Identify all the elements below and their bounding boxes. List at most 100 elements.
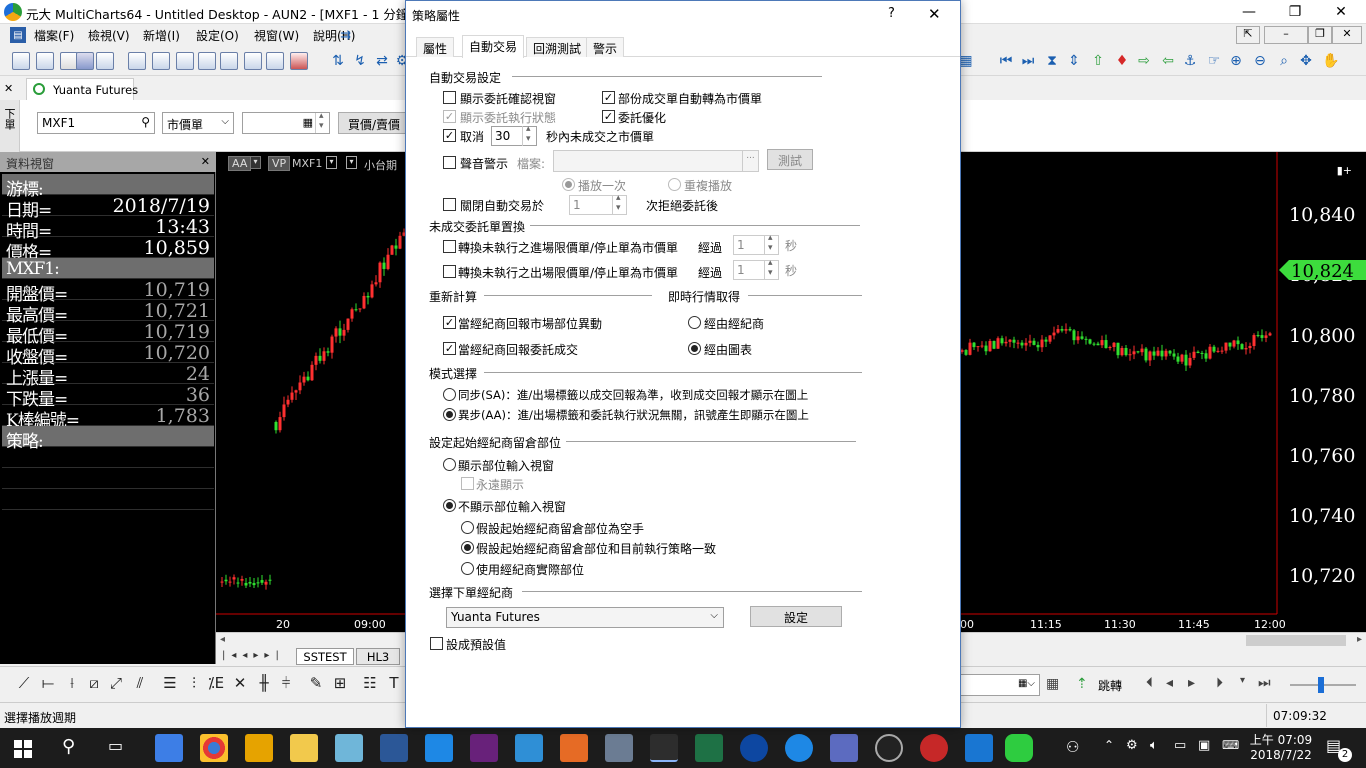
order-tracker-icon[interactable] xyxy=(290,52,308,70)
via-chart-radio[interactable] xyxy=(688,342,701,355)
go-end-icon[interactable]: ⏭ xyxy=(1020,53,1036,69)
zoom-x-icon[interactable]: ⧗ xyxy=(1044,53,1060,69)
ie-icon[interactable] xyxy=(425,734,453,762)
dialog-close-button[interactable]: ✕ xyxy=(928,5,941,23)
cloud-app-icon[interactable] xyxy=(560,734,588,762)
play-once-radio[interactable] xyxy=(562,178,575,191)
line-tool-icon[interactable]: ⟋ xyxy=(14,674,34,692)
tab-properties[interactable]: 屬性 xyxy=(416,37,455,57)
symbol-input[interactable]: MXF1 ⚲ xyxy=(37,112,155,134)
reject-count-stepper[interactable]: 1 xyxy=(569,193,627,215)
calculator-icon[interactable]: ▦ xyxy=(303,116,313,129)
sound-file-input[interactable]: ... xyxy=(553,150,759,172)
anchor-icon[interactable]: ⚓ xyxy=(1182,53,1198,69)
fib-ext-tool-icon[interactable]: ⫶ xyxy=(184,674,204,692)
spin-icon[interactable] xyxy=(764,258,778,280)
sheet-tab-hl3[interactable]: HL3 xyxy=(356,648,400,665)
search-icon[interactable]: ⚲ xyxy=(141,115,150,129)
calendar-icon[interactable]: ▦ xyxy=(1046,676,1059,692)
fib-tool-icon[interactable]: ☰ xyxy=(160,674,180,692)
side-tab[interactable]: 下單 xyxy=(0,100,20,152)
monitor-app-icon[interactable] xyxy=(515,734,543,762)
phone-app-icon[interactable] xyxy=(965,734,993,762)
cursor-icon[interactable]: ☞ xyxy=(1206,53,1222,69)
spin-icon[interactable] xyxy=(764,233,778,255)
always-show-checkbox[interactable] xyxy=(461,477,474,490)
sheet-nav-icons[interactable]: |◂◂▸▸| xyxy=(222,650,285,661)
network-icon[interactable]: ⚙ xyxy=(1126,738,1138,753)
restore-button[interactable]: ❐ xyxy=(1272,0,1318,24)
assume-same-radio[interactable] xyxy=(461,541,474,554)
alert-icon[interactable]: ♦ xyxy=(1114,53,1130,69)
save-icon[interactable] xyxy=(76,52,94,70)
zoom-y-icon[interactable]: ⇕ xyxy=(1066,53,1082,69)
close-window-button[interactable]: ✕ xyxy=(1318,0,1364,24)
entry-seconds-stepper[interactable]: 1 xyxy=(733,233,779,255)
obs-icon[interactable] xyxy=(875,734,903,762)
tab-auto-trade[interactable]: 自動交易 xyxy=(462,35,525,58)
broker-settings-button[interactable]: 設定 xyxy=(750,606,842,627)
tab-backtest[interactable]: 回溯測試 xyxy=(526,37,589,57)
start-windows-icon[interactable] xyxy=(14,740,32,758)
restore-child-button[interactable]: ❐ xyxy=(1308,26,1332,44)
assume-flat-radio[interactable] xyxy=(461,521,474,534)
quantity-spin[interactable] xyxy=(315,111,329,133)
step-forward-icon[interactable]: ⏵ xyxy=(1216,675,1223,691)
text-alert-icon[interactable]: ⁒E xyxy=(206,674,226,692)
exit-seconds-stepper[interactable]: 1 xyxy=(733,258,779,280)
fan-tool-icon[interactable]: ⫽ xyxy=(130,674,150,692)
word-icon[interactable] xyxy=(380,734,408,762)
pencil-tool-icon[interactable]: ✎ xyxy=(306,674,326,692)
ray-tool-icon[interactable]: ⤢ xyxy=(106,674,126,692)
channel-tool-icon[interactable]: ⧄ xyxy=(84,674,104,692)
editor-icon[interactable] xyxy=(266,52,284,70)
jump-icon[interactable]: ⇡ xyxy=(1076,676,1088,692)
task-view-icon[interactable]: ▭ xyxy=(108,736,123,755)
go-start-icon[interactable]: ⏮ xyxy=(998,53,1014,69)
close-side-icon[interactable]: ✕ xyxy=(4,82,13,95)
visual-studio-icon[interactable] xyxy=(470,734,498,762)
show-confirm-checkbox[interactable] xyxy=(443,91,456,104)
close-child-button[interactable]: ✕ xyxy=(1332,26,1362,44)
multicharts-app-icon[interactable] xyxy=(650,734,678,762)
keyboard-icon[interactable]: ⌨ xyxy=(1222,738,1239,752)
menu-insert[interactable]: 新增(I) xyxy=(143,27,180,44)
speed-dropdown-icon[interactable]: ▾ xyxy=(1240,675,1245,686)
hide-position-window-radio[interactable] xyxy=(443,499,456,512)
clock[interactable]: 上午 07:09 2018/7/22 xyxy=(1246,731,1316,762)
cancel-seconds-stepper[interactable]: 30 xyxy=(491,124,537,146)
print-icon[interactable] xyxy=(96,52,114,70)
tray-chevron-icon[interactable]: ⌃ xyxy=(1104,738,1114,752)
pitchfork-tool-icon[interactable]: ⫩ xyxy=(276,674,296,692)
broker-select[interactable]: Yuanta Futures ⌵ xyxy=(446,607,724,628)
menu-window[interactable]: 視窗(W) xyxy=(254,27,299,44)
order-optimize-checkbox[interactable]: ✓ xyxy=(602,110,615,123)
dialog-help-button[interactable]: ? xyxy=(888,6,895,21)
arrow-left-icon[interactable]: ⇦ xyxy=(1160,53,1176,69)
scroll-right-icon[interactable]: ▸ xyxy=(1357,634,1362,645)
spin-icon[interactable] xyxy=(612,193,626,215)
people-icon[interactable]: ⚇ xyxy=(1066,738,1079,756)
jump-label[interactable]: 跳轉 xyxy=(1098,677,1122,694)
convert-exit-checkbox[interactable] xyxy=(443,265,456,278)
doc-app-icon[interactable] xyxy=(830,734,858,762)
doc-tab-yuanta[interactable]: Yuanta Futures xyxy=(26,78,138,100)
recalc-filled-checkbox[interactable]: ✓ xyxy=(443,342,456,355)
via-broker-radio[interactable] xyxy=(688,316,701,329)
editor-app-icon[interactable] xyxy=(605,734,633,762)
use-actual-radio[interactable] xyxy=(461,562,474,575)
close-auto-trade-checkbox[interactable] xyxy=(443,198,456,211)
display-icon[interactable]: ▣ xyxy=(1198,738,1210,753)
volume-icon[interactable]: 🔈︎ xyxy=(1150,738,1158,753)
recalc-position-checkbox[interactable]: ✓ xyxy=(443,316,456,329)
arrow-right-icon[interactable]: ⇨ xyxy=(1136,53,1152,69)
browse-button[interactable]: ... xyxy=(742,151,758,171)
vline-tool-icon[interactable]: ⟊ xyxy=(62,674,82,692)
strategy-icon[interactable]: ⇄ xyxy=(374,53,390,69)
store-icon[interactable] xyxy=(155,734,183,762)
scroll-left-icon[interactable]: ◂ xyxy=(220,634,225,645)
quote-manager-icon[interactable] xyxy=(198,52,216,70)
sound-alert-checkbox[interactable] xyxy=(443,156,456,169)
mode-aa-radio[interactable] xyxy=(443,408,456,421)
hline-tool-icon[interactable]: ⟝ xyxy=(38,674,58,692)
